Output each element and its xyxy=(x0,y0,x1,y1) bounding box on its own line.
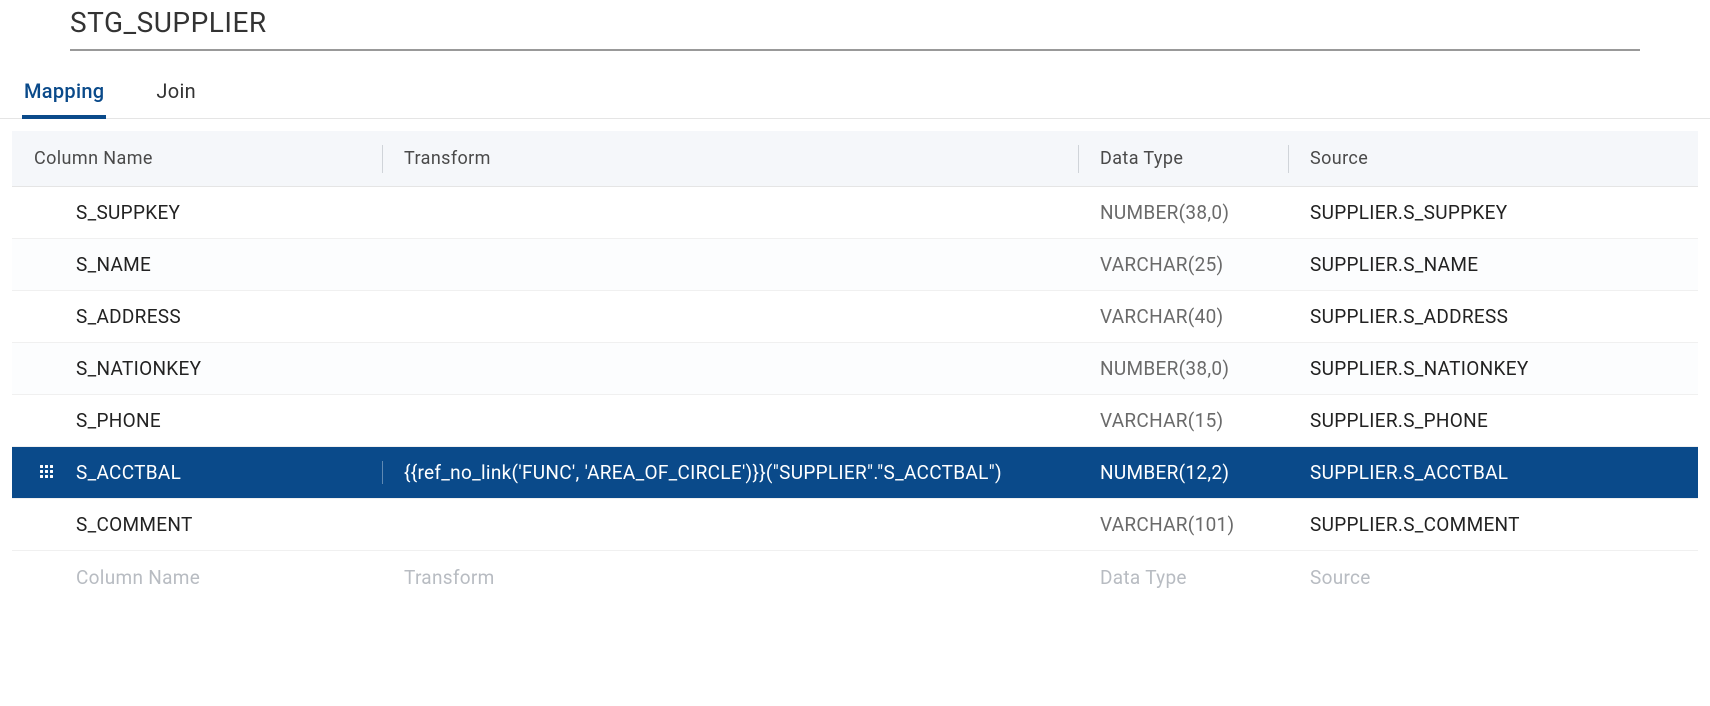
cell-source[interactable]: SUPPLIER.S_ACCTBAL xyxy=(1288,461,1698,484)
cell-data-type[interactable]: VARCHAR(101) xyxy=(1078,513,1288,536)
tab-join[interactable]: Join xyxy=(154,75,198,118)
cell-data-type-value: VARCHAR(25) xyxy=(1100,253,1223,276)
cell-data-type-value: VARCHAR(15) xyxy=(1100,409,1223,432)
new-row-placeholder[interactable]: Column Name Transform Data Type Source xyxy=(12,551,1698,603)
cell-source-value: SUPPLIER.S_NAME xyxy=(1310,253,1478,276)
th-source-label: Source xyxy=(1310,148,1368,169)
cell-data-type[interactable]: VARCHAR(15) xyxy=(1078,409,1288,432)
placeholder-name[interactable]: Column Name xyxy=(12,566,382,589)
page-title: STG_SUPPLIER xyxy=(70,6,1640,47)
table-row[interactable]: S_ACCTBAL {{ref_no_link('FUNC', 'AREA_OF_… xyxy=(12,447,1698,499)
th-datatype-label: Data Type xyxy=(1100,148,1183,169)
table-row[interactable]: S_SUPPKEY NUMBER(38,0) SUPPLIER.S_SUPPKEY xyxy=(12,187,1698,239)
table-row[interactable]: S_NAME VARCHAR(25) SUPPLIER.S_NAME xyxy=(12,239,1698,291)
cell-data-type[interactable]: VARCHAR(25) xyxy=(1078,253,1288,276)
cell-source-value: SUPPLIER.S_NATIONKEY xyxy=(1310,357,1529,380)
table-row[interactable]: S_ADDRESS VARCHAR(40) SUPPLIER.S_ADDRESS xyxy=(12,291,1698,343)
cell-source[interactable]: SUPPLIER.S_SUPPKEY xyxy=(1288,201,1698,224)
cell-source[interactable]: SUPPLIER.S_COMMENT xyxy=(1288,513,1698,536)
cell-data-type[interactable]: VARCHAR(40) xyxy=(1078,305,1288,328)
table-row[interactable]: S_PHONE VARCHAR(15) SUPPLIER.S_PHONE xyxy=(12,395,1698,447)
table-row[interactable]: S_COMMENT VARCHAR(101) SUPPLIER.S_COMMENT xyxy=(12,499,1698,551)
th-transform-label: Transform xyxy=(404,148,491,169)
placeholder-transform[interactable]: Transform xyxy=(382,566,1078,589)
cell-column-name[interactable]: S_COMMENT xyxy=(12,513,382,536)
cell-column-name[interactable]: S_NAME xyxy=(12,253,382,276)
cell-source-value: SUPPLIER.S_ADDRESS xyxy=(1310,305,1508,328)
mapping-table: Column Name Transform Data Type Source S… xyxy=(0,119,1710,603)
cell-source-value: SUPPLIER.S_PHONE xyxy=(1310,409,1488,432)
tab-mapping[interactable]: Mapping xyxy=(22,75,106,119)
cell-column-name[interactable]: S_ACCTBAL xyxy=(12,461,382,484)
cell-data-type[interactable]: NUMBER(38,0) xyxy=(1078,357,1288,380)
cell-source[interactable]: SUPPLIER.S_ADDRESS xyxy=(1288,305,1698,328)
cell-data-type[interactable]: NUMBER(38,0) xyxy=(1078,201,1288,224)
table-row[interactable]: S_NATIONKEY NUMBER(38,0) SUPPLIER.S_NATION… xyxy=(12,343,1698,395)
th-transform[interactable]: Transform xyxy=(382,148,1078,169)
cell-column-name[interactable]: S_PHONE xyxy=(12,409,382,432)
placeholder-source[interactable]: Source xyxy=(1288,566,1698,589)
cell-data-type-value: NUMBER(38,0) xyxy=(1100,201,1229,224)
th-source[interactable]: Source xyxy=(1288,148,1698,169)
cell-source-value: SUPPLIER.S_ACCTBAL xyxy=(1310,461,1508,484)
cell-transform[interactable]: {{ref_no_link('FUNC', 'AREA_OF_CIRCLE')}… xyxy=(382,461,1078,484)
cell-column-name[interactable]: S_ADDRESS xyxy=(12,305,382,328)
cell-data-type-value: NUMBER(12,2) xyxy=(1100,461,1229,484)
cell-source[interactable]: SUPPLIER.S_NATIONKEY xyxy=(1288,357,1698,380)
table-header: Column Name Transform Data Type Source xyxy=(12,131,1698,187)
th-column-name[interactable]: Column Name xyxy=(12,148,382,169)
cell-column-name[interactable]: S_SUPPKEY xyxy=(12,201,382,224)
cell-column-name[interactable]: S_NATIONKEY xyxy=(12,357,382,380)
cell-source-value: SUPPLIER.S_SUPPKEY xyxy=(1310,201,1507,224)
cell-data-type-value: VARCHAR(40) xyxy=(1100,305,1223,328)
cell-data-type-value: NUMBER(38,0) xyxy=(1100,357,1229,380)
cell-source[interactable]: SUPPLIER.S_NAME xyxy=(1288,253,1698,276)
cell-source-value: SUPPLIER.S_COMMENT xyxy=(1310,513,1520,536)
cell-transform-value: {{ref_no_link('FUNC', 'AREA_OF_CIRCLE')}… xyxy=(404,461,1002,484)
cell-data-type-value: VARCHAR(101) xyxy=(1100,513,1234,536)
placeholder-datatype[interactable]: Data Type xyxy=(1078,566,1288,589)
th-data-type[interactable]: Data Type xyxy=(1078,148,1288,169)
tabs: Mapping Join xyxy=(0,51,1710,119)
cell-data-type[interactable]: NUMBER(12,2) xyxy=(1078,461,1288,484)
cell-source[interactable]: SUPPLIER.S_PHONE xyxy=(1288,409,1698,432)
